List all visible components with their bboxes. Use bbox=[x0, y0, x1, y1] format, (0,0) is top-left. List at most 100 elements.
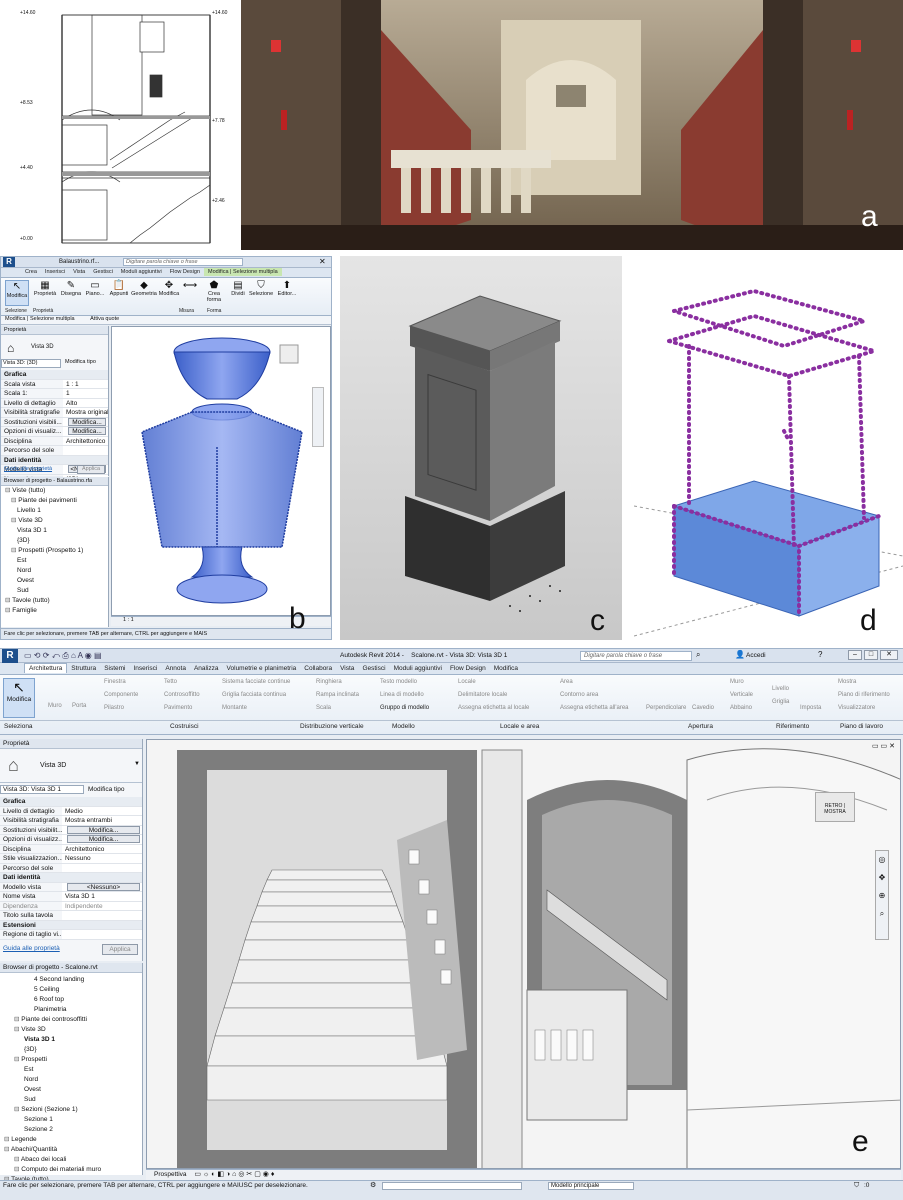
property-row[interactable]: Modello vista <Nessuno> bbox=[0, 882, 142, 892]
property-value[interactable]: Mostra entrambi bbox=[62, 816, 142, 825]
browser-tree-item[interactable]: Planimetria bbox=[0, 1005, 142, 1015]
viewport-window-controls[interactable]: ▭ ▭ ✕ bbox=[872, 742, 895, 750]
ribbon-tab[interactable]: Modifica bbox=[490, 664, 522, 673]
shaft-button[interactable]: Cavedio bbox=[692, 705, 714, 711]
login-link[interactable]: Accedi bbox=[746, 652, 766, 659]
close-icon[interactable]: ✕ bbox=[319, 257, 326, 266]
edit-type-button[interactable]: Modifica tipo bbox=[65, 359, 96, 368]
plane-button[interactable]: ▭ Piano... bbox=[83, 280, 107, 297]
browser-tree-item[interactable]: Vista 3D 1 bbox=[1, 526, 108, 536]
expand-icon[interactable]: ⊟ bbox=[14, 1156, 21, 1163]
viewport-3d[interactable] bbox=[111, 326, 331, 616]
browser-tree-item[interactable]: Ovest bbox=[0, 1085, 142, 1095]
railing-button[interactable]: Ringhiera bbox=[316, 679, 342, 685]
property-value[interactable]: Vista 3D 1 bbox=[62, 892, 142, 901]
ribbon-tab[interactable]: Gestisci bbox=[358, 664, 389, 673]
property-value[interactable]: Modifica... bbox=[62, 835, 142, 844]
properties-button[interactable]: ▦ Proprietà bbox=[33, 280, 57, 297]
property-value[interactable]: Architettonico bbox=[62, 844, 142, 853]
browser-tree-item[interactable]: ⊟ Piante dei pavimenti bbox=[1, 496, 108, 506]
property-row[interactable]: Percorso del sole bbox=[0, 863, 142, 873]
component-button[interactable]: Componente bbox=[104, 692, 138, 698]
workset-select[interactable] bbox=[382, 1182, 522, 1190]
property-row[interactable]: Livello di dettaglio Medio bbox=[0, 806, 142, 816]
tag-room-button[interactable]: Assegna etichetta al locale bbox=[458, 705, 529, 711]
room-button[interactable]: Locale bbox=[458, 679, 476, 685]
browser-tree-item[interactable]: ⊟ Viste 3D bbox=[0, 1025, 142, 1035]
viewer-button[interactable]: Visualizzatore bbox=[838, 705, 875, 711]
wall-button[interactable]: Muro bbox=[48, 703, 62, 709]
browser-tree-item[interactable]: Livello 1 bbox=[1, 506, 108, 516]
tab-vista[interactable]: Vista bbox=[69, 268, 89, 276]
browser-tree-item[interactable]: {3D} bbox=[0, 1045, 142, 1055]
browser-tree-item[interactable]: Ovest bbox=[1, 576, 108, 586]
property-row[interactable]: Visibilità stratigrafia Mostra entrambi bbox=[0, 816, 142, 826]
browser-tree-item[interactable]: 4 Second landing bbox=[0, 975, 142, 985]
divide-button[interactable]: ▤ Dividi bbox=[227, 280, 249, 297]
window-button[interactable]: Finestra bbox=[104, 679, 126, 685]
property-row[interactable]: Nome vista Vista 3D 1 bbox=[0, 892, 142, 902]
browser-tree-item[interactable]: {3D} bbox=[1, 536, 108, 546]
view-cube[interactable] bbox=[279, 344, 299, 364]
view-control-icons[interactable]: ▭ ☼ ◐ ◧ ◑ ⌂ ◎ ✂ ▢ ◉ ♦ bbox=[194, 1171, 274, 1178]
measure-button[interactable]: ⟷ bbox=[181, 280, 199, 291]
revit-logo-icon[interactable]: R bbox=[2, 649, 18, 663]
model-text-button[interactable]: Testo modello bbox=[380, 679, 417, 685]
browser-tree-item[interactable]: 6 Roof top bbox=[0, 995, 142, 1005]
ribbon-tab[interactable]: Collabora bbox=[300, 664, 336, 673]
property-value[interactable]: Indipendente bbox=[62, 901, 142, 910]
property-value[interactable]: Architettonico bbox=[63, 436, 108, 445]
design-option-select[interactable]: Modello principale bbox=[548, 1182, 634, 1190]
browser-tree-item[interactable]: ⊟ Abachi/Quantità bbox=[0, 1145, 142, 1155]
property-section-header[interactable]: Dati identità bbox=[1, 455, 108, 465]
tab-gestisci[interactable]: Gestisci bbox=[89, 268, 117, 276]
type-selector[interactable]: ⌂ Vista 3D bbox=[1, 335, 108, 359]
ribbon-tab[interactable]: Analizza bbox=[190, 664, 223, 673]
search-icon[interactable]: ⌕ bbox=[696, 650, 700, 660]
dormer-button[interactable]: Abbaino bbox=[730, 705, 752, 711]
browser-tree-item[interactable]: ⊟ Legende bbox=[0, 1135, 142, 1145]
revit-logo-icon[interactable]: R bbox=[3, 257, 15, 267]
ribbon-tab[interactable]: Inserisci bbox=[130, 664, 162, 673]
ribbon-tab[interactable]: Flow Design bbox=[446, 664, 490, 673]
tab-moduli[interactable]: Moduli aggiuntivi bbox=[117, 268, 166, 276]
property-row[interactable]: Scala vista 1 : 1 bbox=[1, 379, 108, 389]
help-link[interactable]: Guida alle proprietà bbox=[3, 945, 60, 952]
browser-tree-item[interactable]: Nord bbox=[1, 566, 108, 576]
minimize-button[interactable]: – bbox=[848, 650, 862, 660]
browser-tree-item[interactable]: Sud bbox=[0, 1095, 142, 1105]
browser-tree-item[interactable]: ⊟ Tavole (tutto) bbox=[1, 596, 108, 606]
property-row[interactable]: Stile visualizzazion... Nessuno bbox=[0, 854, 142, 864]
browser-tree-item[interactable]: Vista 3D 1 bbox=[0, 1035, 142, 1045]
edit-type-button[interactable]: Modifica tipo bbox=[88, 786, 125, 793]
property-button[interactable]: Modifica... bbox=[68, 427, 106, 435]
ref-plane-button[interactable]: Piano di riferimento bbox=[838, 692, 890, 698]
modify-button[interactable]: ↖ Modifica bbox=[3, 678, 35, 718]
quick-access-toolbar[interactable]: ▭ ⟲ ⟳ ⤺ ⎙ ⌂ A ◉ ▤ bbox=[24, 651, 102, 661]
property-value[interactable] bbox=[63, 446, 108, 455]
ribbon-tab[interactable]: Architettura bbox=[24, 663, 68, 673]
property-row[interactable]: Sostituzioni visibili... Modifica... bbox=[1, 417, 108, 427]
type-selector[interactable]: ⌂ Vista 3D ▼ bbox=[0, 749, 142, 783]
property-row[interactable]: Scala 1: 1 bbox=[1, 389, 108, 399]
property-row[interactable]: Opzioni di visualizz... Modifica... bbox=[0, 835, 142, 845]
browser-tree-item[interactable]: Sud bbox=[1, 586, 108, 596]
browser-tree-item[interactable]: Nord bbox=[0, 1075, 142, 1085]
workset-icon[interactable]: ⚙ bbox=[370, 1181, 376, 1191]
navigation-bar[interactable]: ◎ ✥ ⊕ ⌕ bbox=[875, 850, 889, 940]
room-separator-button[interactable]: Delimitatore locale bbox=[458, 692, 507, 698]
grid-button[interactable]: Griglia bbox=[772, 699, 789, 705]
curtain-grid-button[interactable]: Griglia facciata continua bbox=[222, 692, 286, 698]
modify-button[interactable]: ↖ Modifica bbox=[5, 280, 29, 306]
property-section-header[interactable]: Estensioni bbox=[0, 920, 142, 930]
browser-tree-item[interactable]: ⊟ Famiglie bbox=[1, 606, 108, 616]
browser-tree-item[interactable]: 5 Ceiling bbox=[0, 985, 142, 995]
vertical-opening-button[interactable]: Verticale bbox=[730, 692, 753, 698]
selection-button[interactable]: ⛉ Selezione bbox=[249, 280, 273, 297]
geometry-button[interactable]: ◆ Geometria bbox=[131, 280, 157, 297]
view-select[interactable]: Vista 3D: Vista 3D 1 bbox=[0, 784, 84, 794]
property-value[interactable] bbox=[62, 911, 142, 920]
show-workplane-button[interactable]: Mostra bbox=[838, 679, 856, 685]
property-row[interactable]: Regione di taglio vi... bbox=[0, 930, 142, 940]
property-button[interactable]: Modifica... bbox=[67, 825, 140, 834]
